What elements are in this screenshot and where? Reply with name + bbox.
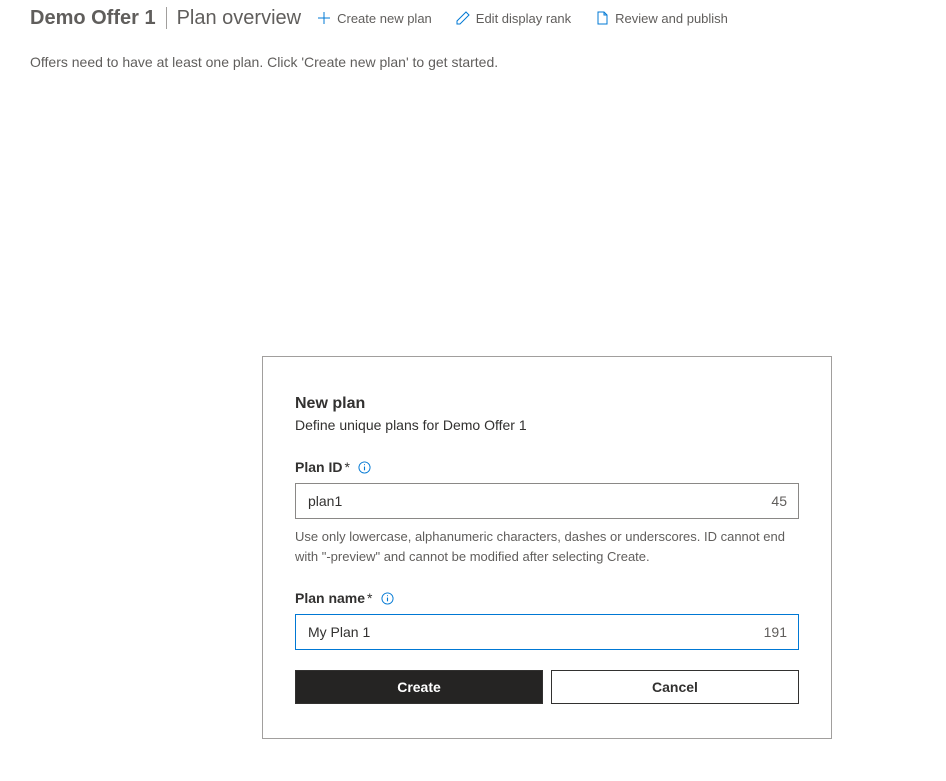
page-header: Demo Offer 1 Plan overview Create new pl… xyxy=(0,0,946,30)
edit-display-rank-label: Edit display rank xyxy=(476,11,571,26)
dialog-subtitle: Define unique plans for Demo Offer 1 xyxy=(295,417,799,433)
create-new-plan-label: Create new plan xyxy=(337,11,432,26)
create-new-plan-button[interactable]: Create new plan xyxy=(307,7,442,30)
title-divider xyxy=(166,7,167,29)
new-plan-dialog: New plan Define unique plans for Demo Of… xyxy=(262,356,832,739)
cancel-button[interactable]: Cancel xyxy=(551,670,799,704)
edit-display-rank-button[interactable]: Edit display rank xyxy=(446,7,581,30)
plan-name-field-group: Plan name* 191 xyxy=(295,590,799,650)
toolbar: Create new plan Edit display rank Review… xyxy=(307,7,738,30)
plus-icon xyxy=(317,11,331,25)
plan-id-field-group: Plan ID* 45 Use only lowercase, alphanum… xyxy=(295,459,799,566)
plan-id-input-wrapper: 45 xyxy=(295,483,799,519)
info-icon[interactable] xyxy=(358,460,372,474)
dialog-title: New plan xyxy=(295,395,799,413)
offer-title: Demo Offer 1 xyxy=(30,7,166,30)
document-icon xyxy=(595,11,609,25)
plan-id-help-text: Use only lowercase, alphanumeric charact… xyxy=(295,527,799,566)
review-publish-button[interactable]: Review and publish xyxy=(585,7,738,30)
plan-id-input[interactable] xyxy=(295,483,799,519)
plan-name-char-count: 191 xyxy=(764,624,787,640)
info-icon[interactable] xyxy=(380,591,394,605)
plan-id-label: Plan ID* xyxy=(295,459,799,475)
dialog-button-row: Create Cancel xyxy=(295,670,799,704)
empty-state-message: Offers need to have at least one plan. C… xyxy=(0,30,946,94)
plan-id-char-count: 45 xyxy=(771,493,787,509)
review-publish-label: Review and publish xyxy=(615,11,728,26)
pencil-icon xyxy=(456,11,470,25)
plan-name-input-wrapper: 191 xyxy=(295,614,799,650)
plan-name-label: Plan name* xyxy=(295,590,799,606)
page-title: Plan overview xyxy=(177,7,302,30)
create-button[interactable]: Create xyxy=(295,670,543,704)
plan-name-input[interactable] xyxy=(295,614,799,650)
